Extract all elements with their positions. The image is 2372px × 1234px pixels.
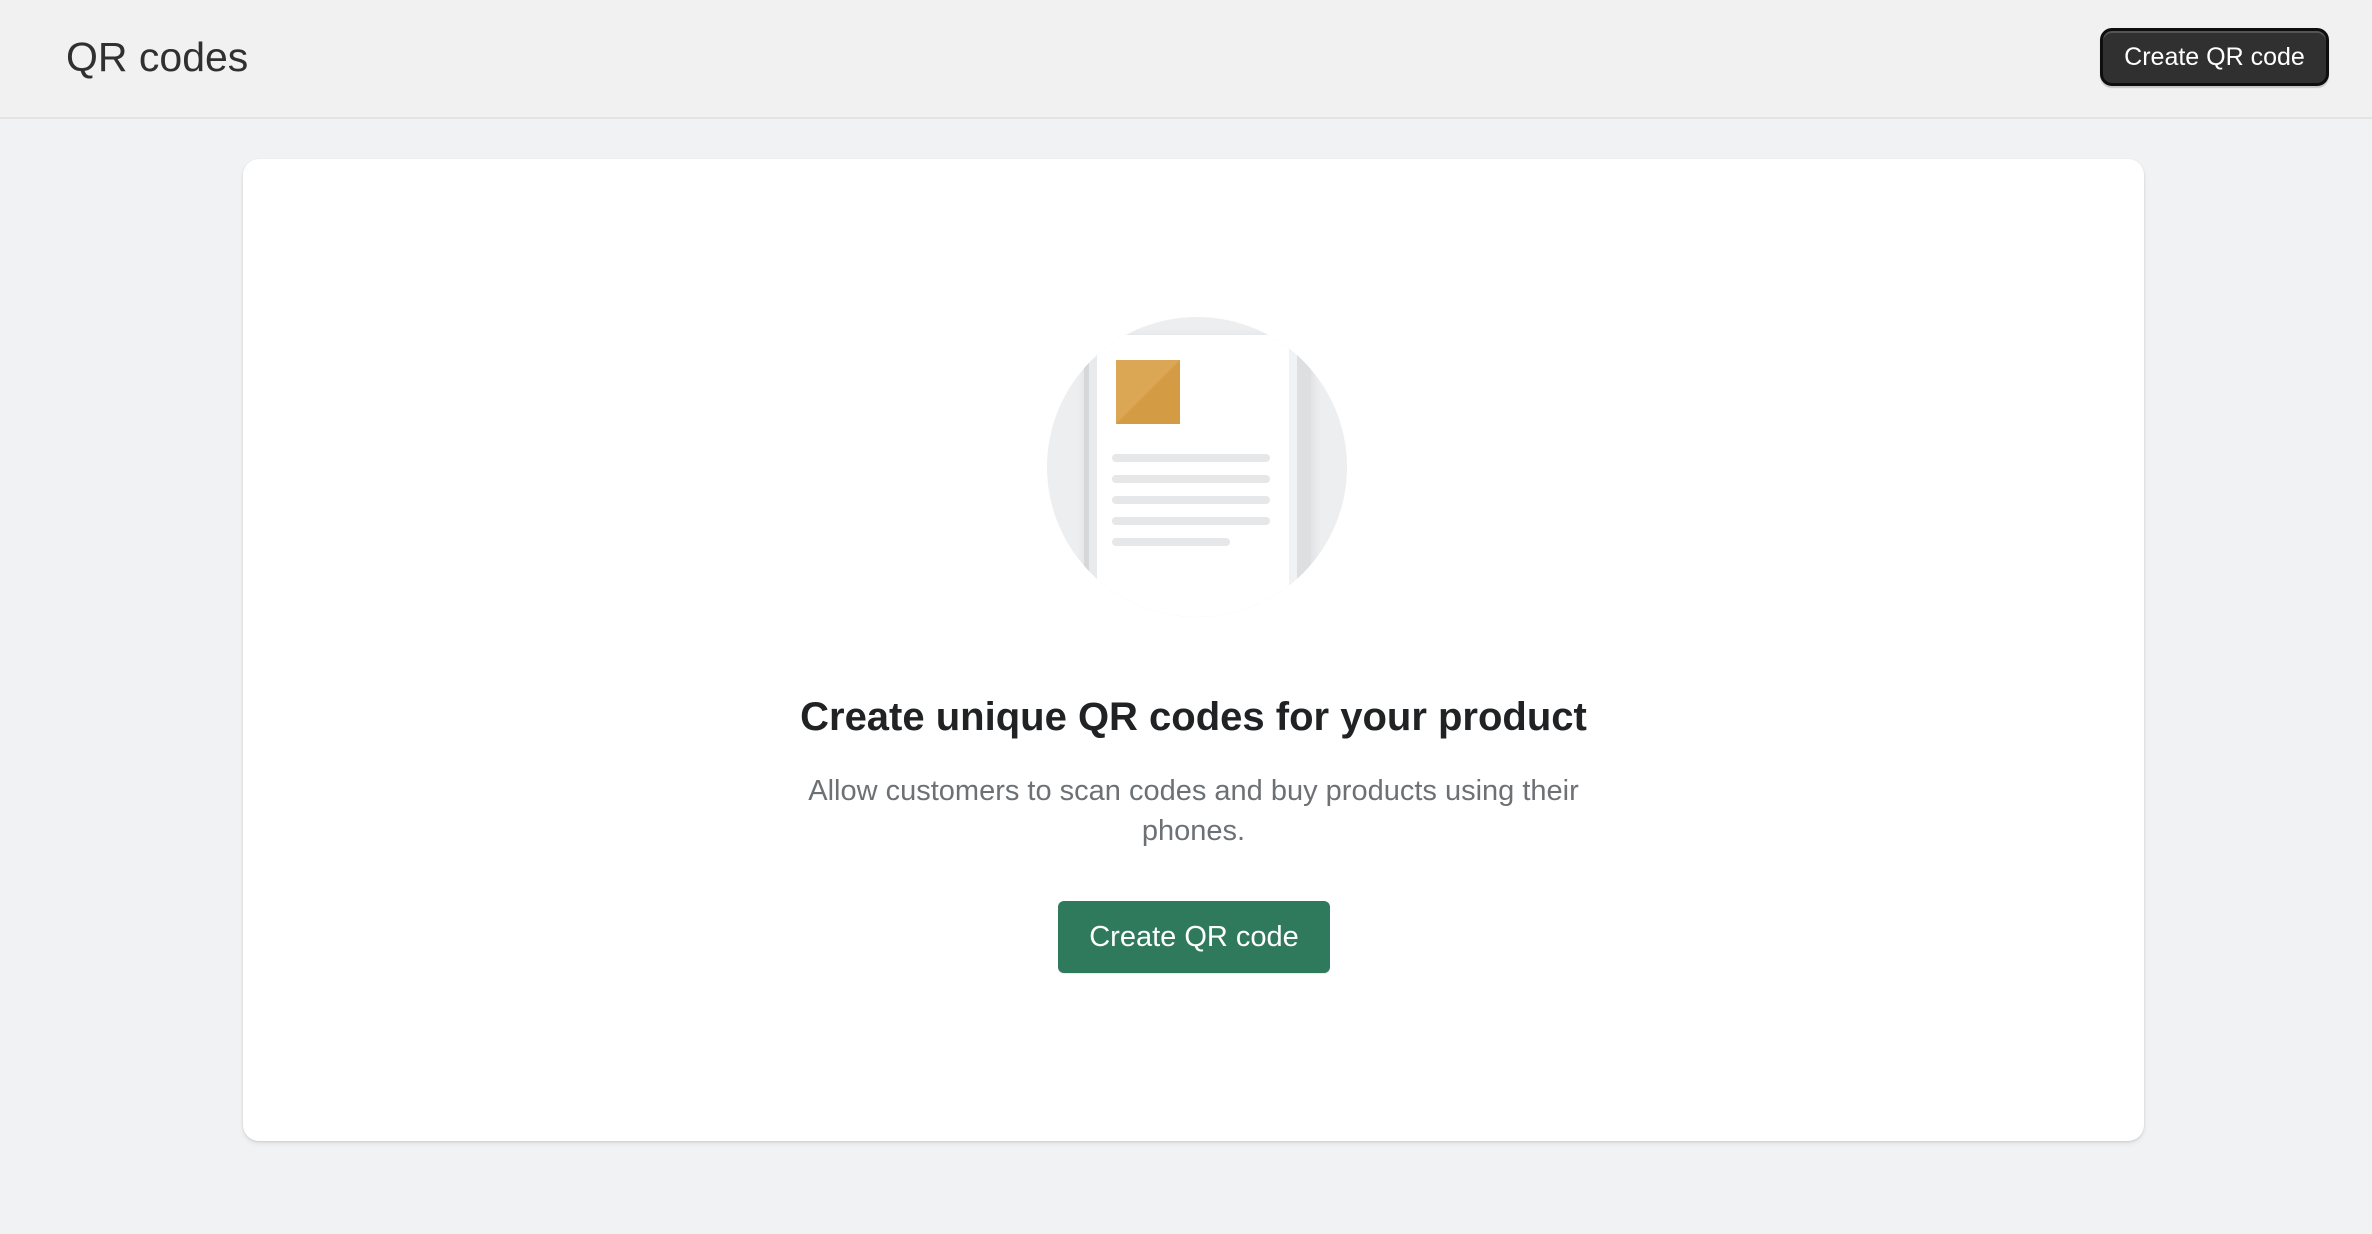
page-title: QR codes [66,34,249,80]
empty-state-card: Create unique QR codes for your product … [243,159,2144,1141]
empty-state-description: Allow customers to scan codes and buy pr… [808,775,1579,847]
empty-state-heading: Create unique QR codes for your product [800,695,1587,739]
create-qr-code-button[interactable]: Create QR code [1058,901,1330,973]
page-header: QR codes Create QR code [0,0,2372,119]
document-with-image-icon [1047,317,1347,617]
create-qr-code-header-button[interactable]: Create QR code [2100,28,2329,86]
